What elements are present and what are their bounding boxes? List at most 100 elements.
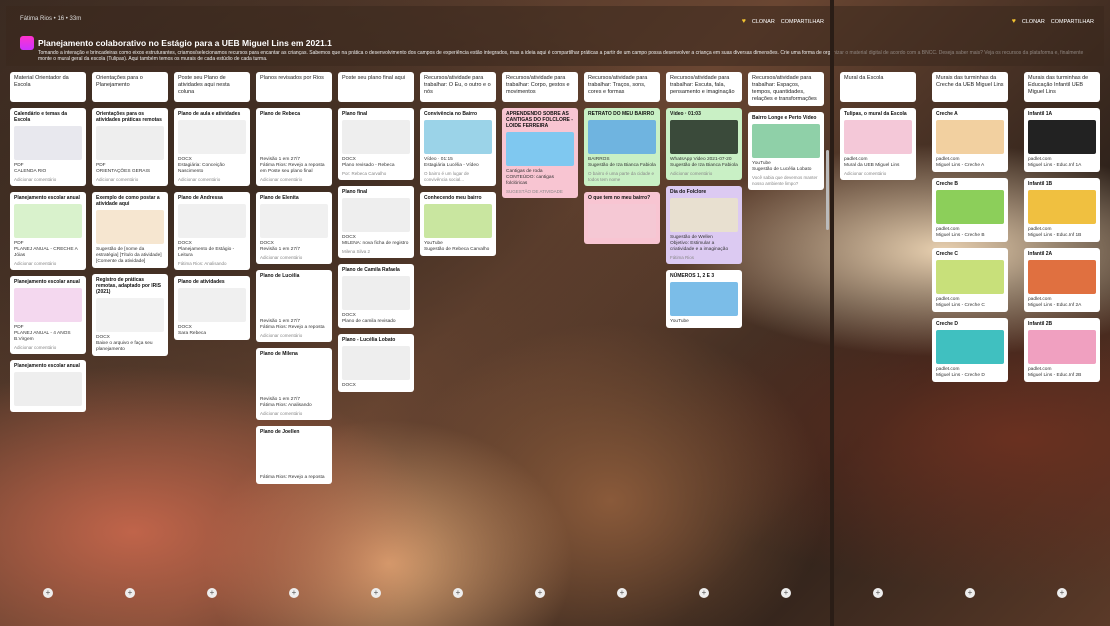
add-post-button[interactable]: + (781, 588, 791, 598)
post-card[interactable]: Vídeo · 01:03 WhatsApp Video 2021-07-20 Su… (666, 108, 742, 180)
post-thumbnail[interactable] (342, 198, 410, 232)
comment-link[interactable]: Milena Silva 2 (342, 249, 410, 255)
add-post-button[interactable]: + (699, 588, 709, 598)
share-button[interactable]: COMPARTILHAR (781, 19, 824, 25)
post-card[interactable]: O que tem no meu bairro? (584, 192, 660, 244)
post-card[interactable]: Infantil 1B padlet.com Miguel Lins - Educ.… (1024, 178, 1100, 242)
post-card[interactable]: Plano final DOCX Plano revisado - Rebeca Po… (338, 108, 414, 180)
post-card[interactable]: Tulipas, o mural da Escola padlet.com Mura… (840, 108, 916, 180)
post-thumbnail[interactable] (844, 120, 912, 154)
comment-link[interactable]: Adicionar comentário (14, 261, 82, 267)
comment-link[interactable]: O bairro é um lugar de convivência socia… (424, 171, 492, 183)
post-thumbnail[interactable] (14, 288, 82, 322)
post-card[interactable]: Plano de aula e atividades DOCX Estagiária… (174, 108, 250, 186)
post-thumbnail[interactable] (670, 198, 738, 232)
add-post-button[interactable]: + (289, 588, 299, 598)
comment-link[interactable]: Por: Rebeca Carvalho (342, 171, 410, 177)
post-thumbnail[interactable] (936, 330, 1004, 364)
post-thumbnail[interactable] (96, 210, 164, 244)
post-thumbnail[interactable] (506, 132, 574, 166)
post-card[interactable]: RETRATO DO MEU BAIRRO BAIRROS Sugestão de … (584, 108, 660, 186)
post-card[interactable]: Orientações para os atividades práticas … (92, 108, 168, 186)
post-card[interactable]: Creche Apadlet.com Miguel Lins - Creche A (932, 108, 1008, 172)
post-thumbnail[interactable] (178, 288, 246, 322)
post-thumbnail[interactable] (670, 282, 738, 316)
post-card[interactable]: Calendário e temas da Escola PDF CALENDA R… (10, 108, 86, 186)
clone-button[interactable]: CLONAR (752, 19, 775, 25)
post-card[interactable]: Registro de práticas remotas, adaptado p… (92, 274, 168, 356)
post-card[interactable]: Infantil 2A padlet.com Miguel Lins - Educ.… (1024, 248, 1100, 312)
post-thumbnail[interactable] (1028, 120, 1096, 154)
post-thumbnail[interactable] (342, 346, 410, 380)
comment-link[interactable]: Adicionar comentário (844, 171, 912, 177)
post-thumbnail[interactable] (96, 298, 164, 332)
add-post-button[interactable]: + (1057, 588, 1067, 598)
like-icon[interactable]: ♥ (742, 18, 746, 25)
add-post-button[interactable]: + (371, 588, 381, 598)
post-thumbnail[interactable] (670, 120, 738, 154)
add-post-button[interactable]: + (873, 588, 883, 598)
post-thumbnail[interactable] (260, 282, 328, 316)
add-post-button[interactable]: + (453, 588, 463, 598)
like-icon[interactable]: ♥ (1012, 18, 1016, 25)
post-card[interactable]: Plano de Elenita DOCX Revisão 1 em 27/7 Adi… (256, 192, 332, 264)
post-thumbnail[interactable] (178, 120, 246, 154)
post-card[interactable]: Dia do Folclore Sugestão de Wellen Objetiv… (666, 186, 742, 264)
post-card[interactable]: Plano de Andressa DOCX Planejamento de Est… (174, 192, 250, 270)
comment-link[interactable]: Adicionar comentário (260, 177, 328, 183)
post-card[interactable]: Plano final DOCX MILENA: nova ficha de reg… (338, 186, 414, 258)
add-post-button[interactable]: + (535, 588, 545, 598)
post-thumbnail[interactable] (96, 126, 164, 160)
post-card[interactable]: Conhecendo meu bairro YouTube Sugestão de … (420, 192, 496, 256)
post-card[interactable]: Creche Bpadlet.com Miguel Lins - Creche B (932, 178, 1008, 242)
comment-link[interactable]: Adicionar comentário (260, 333, 328, 339)
comment-link[interactable]: Adicionar comentário (14, 177, 82, 183)
post-thumbnail[interactable] (936, 260, 1004, 294)
post-thumbnail[interactable] (424, 120, 492, 154)
post-card[interactable]: Bairro Longe e Perto Vídeo YouTube Sugestã… (748, 112, 824, 190)
comment-link[interactable]: Fátima Rios: Analisando (178, 261, 246, 267)
comment-link[interactable]: Adicionar comentário (670, 171, 738, 177)
post-card[interactable]: Plano de Camila Rafaela DOCX Plano de cami… (338, 264, 414, 328)
post-card[interactable]: Creche Cpadlet.com Miguel Lins - Creche C (932, 248, 1008, 312)
post-thumbnail[interactable] (342, 276, 410, 310)
post-thumbnail[interactable] (1028, 260, 1096, 294)
comment-link[interactable]: Adicionar comentário (178, 177, 246, 183)
post-card[interactable]: Infantil 1A padlet.com Miguel Lins - Educ.… (1024, 108, 1100, 172)
post-card[interactable]: Plano de Lucélia Revisão 1 em 27/7 Fátima … (256, 270, 332, 342)
post-card[interactable]: Plano de Joellen Fátima Rios: Revejo a re… (256, 426, 332, 484)
share-button[interactable]: COMPARTILHAR (1051, 19, 1094, 25)
comment-link[interactable]: O bairro é uma parte da cidade e todos t… (588, 171, 656, 183)
post-thumbnail[interactable] (936, 120, 1004, 154)
add-post-button[interactable]: + (965, 588, 975, 598)
post-card[interactable]: Planejamento escolar anual (10, 360, 86, 412)
post-card[interactable]: Plano de Milena Revisão 1 em 27/7 Fátima R… (256, 348, 332, 420)
comment-link[interactable]: Adicionar comentário (96, 177, 164, 183)
post-thumbnail[interactable] (588, 204, 656, 238)
comment-link[interactable]: Adicionar comentário (260, 255, 328, 261)
clone-button[interactable]: CLONAR (1022, 19, 1045, 25)
post-thumbnail[interactable] (178, 204, 246, 238)
post-card[interactable]: Exemplo de como postar a atividade aqui S… (92, 192, 168, 268)
post-thumbnail[interactable] (14, 126, 82, 160)
post-thumbnail[interactable] (260, 120, 328, 154)
post-card[interactable]: Planejamento escolar anual PDF PLANEJ ANUA… (10, 276, 86, 354)
post-card[interactable]: Creche Dpadlet.com Miguel Lins - Creche D (932, 318, 1008, 382)
add-post-button[interactable]: + (125, 588, 135, 598)
post-thumbnail[interactable] (1028, 190, 1096, 224)
post-thumbnail[interactable] (936, 190, 1004, 224)
post-card[interactable]: Plano de Rebeca Revisão 1 em 27/7 Fátima R… (256, 108, 332, 186)
post-thumbnail[interactable] (424, 204, 492, 238)
post-card[interactable]: Infantil 2B padlet.com Miguel Lins - Educ.… (1024, 318, 1100, 382)
add-post-button[interactable]: + (617, 588, 627, 598)
comment-link[interactable]: Fátima Rios (670, 255, 738, 261)
post-card[interactable]: APRENDENDO SOBRE AS CANTIGAS DO FOLCLORE… (502, 108, 578, 198)
post-thumbnail[interactable] (588, 120, 656, 154)
post-card[interactable]: Plano - Lucélia Lobato DOCX (338, 334, 414, 392)
post-card[interactable]: Convivência no Bairro Vídeo · 01:15 Estagi… (420, 108, 496, 186)
post-thumbnail[interactable] (14, 372, 82, 406)
post-thumbnail[interactable] (260, 438, 328, 472)
comment-link[interactable]: Você sabia que devemos manter nosso ambi… (752, 175, 820, 187)
comment-link[interactable]: Adicionar comentário (260, 411, 328, 417)
add-post-button[interactable]: + (43, 588, 53, 598)
